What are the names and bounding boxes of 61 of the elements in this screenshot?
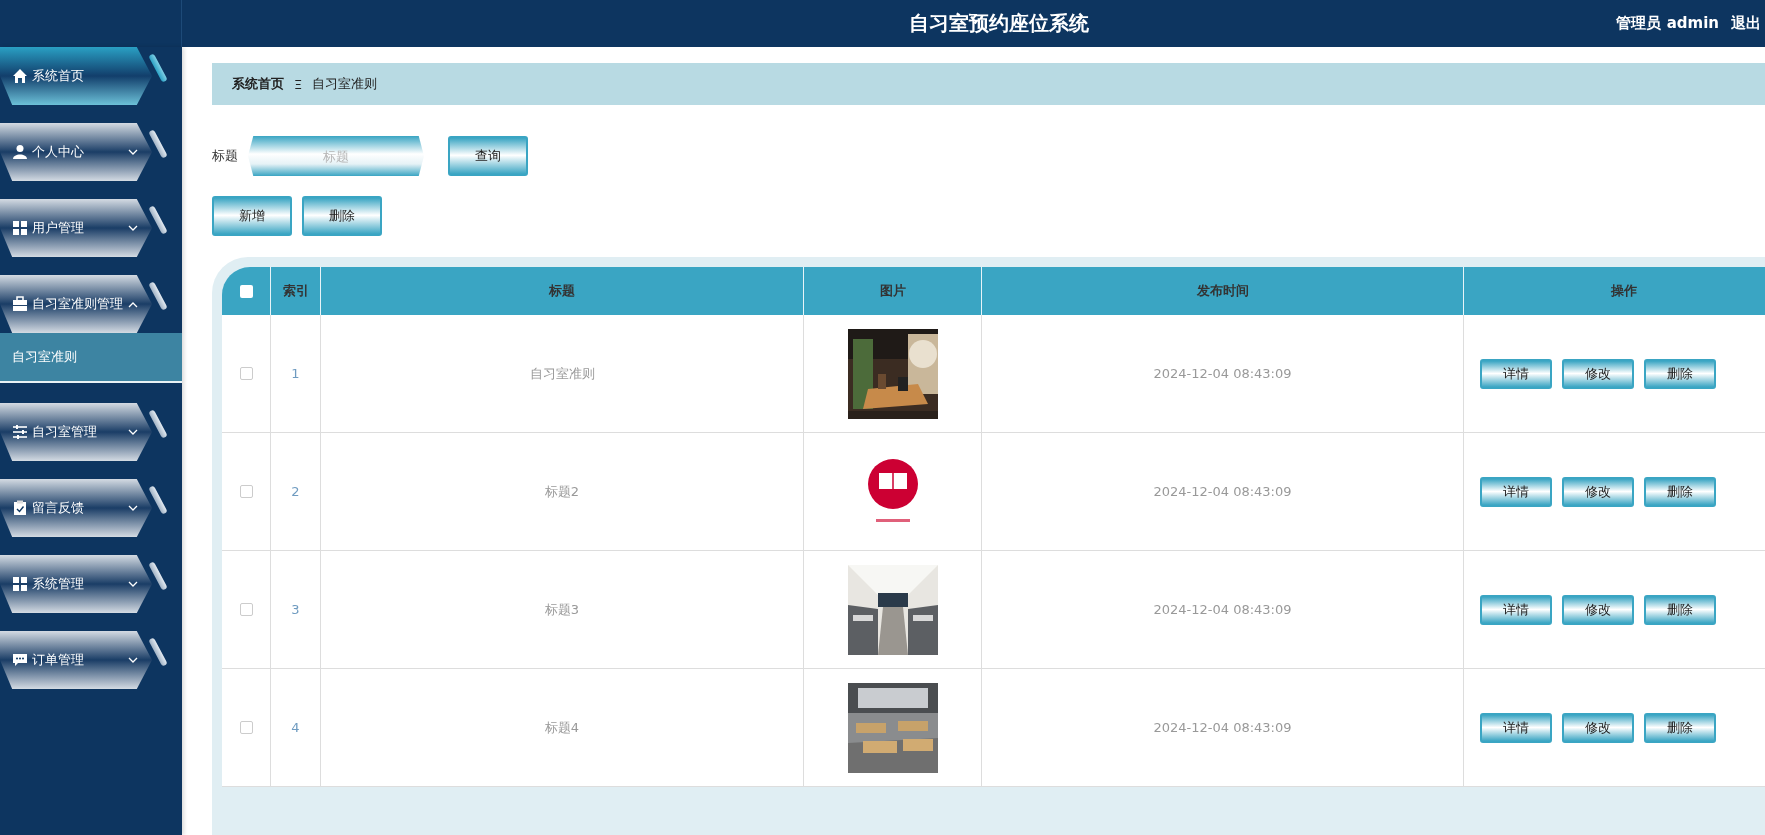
chevron-down-icon	[128, 224, 138, 232]
column-header: 图片	[804, 267, 982, 315]
table-cell: 2024-12-04 08:43:09	[982, 669, 1464, 787]
chevron-down-icon	[128, 504, 138, 512]
row-checkbox[interactable]	[239, 721, 253, 734]
chevron-down-icon	[128, 656, 138, 664]
row-action-button[interactable]: 详情	[1480, 594, 1552, 625]
row-action-button[interactable]: 删除	[1644, 594, 1716, 625]
chevron-down-icon	[128, 148, 138, 156]
table-cell: 2024-12-04 08:43:09	[982, 315, 1464, 433]
column-header: 标题	[321, 267, 804, 315]
user-label: 管理员 admin	[1616, 14, 1719, 33]
breadcrumb-separator: Ξ	[294, 76, 303, 92]
row-action-button[interactable]: 删除	[1644, 476, 1716, 507]
row-action-button[interactable]: 修改	[1562, 358, 1634, 389]
table-cell: 2024-12-04 08:43:09	[982, 433, 1464, 551]
row-action-button[interactable]: 详情	[1480, 476, 1552, 507]
toolbar-button[interactable]: 删除	[302, 196, 382, 236]
column-header: 操作	[1464, 267, 1765, 315]
briefcase-icon	[12, 296, 28, 312]
row-checkbox[interactable]	[239, 367, 253, 380]
table-cell: 自习室准则	[321, 315, 804, 433]
row-checkbox[interactable]	[239, 485, 253, 498]
column-header: 索引	[271, 267, 321, 315]
search-label: 标题	[212, 147, 238, 165]
app-title: 自习室预约座位系统	[908, 10, 1091, 37]
chevron-down-icon	[128, 428, 138, 436]
grid-icon	[12, 220, 28, 236]
sidebar-submenu-item[interactable]: 自习室准则	[0, 333, 182, 383]
home-icon	[12, 68, 28, 84]
clipboard-check-icon	[12, 500, 28, 516]
table-cell: 标题3	[321, 551, 804, 669]
sliders-icon	[12, 424, 28, 440]
breadcrumb-link[interactable]: 系统首页	[232, 75, 284, 93]
select-all-checkbox[interactable]	[239, 284, 253, 298]
grid-icon	[12, 576, 28, 592]
table-cell: 标题2	[321, 433, 804, 551]
table-cell: 1	[271, 315, 321, 433]
breadcrumb-current: 自习室准则	[312, 75, 378, 93]
row-checkbox[interactable]	[239, 603, 253, 616]
table-cell: 2024-12-04 08:43:09	[982, 551, 1464, 669]
table-cell: 标题4	[321, 669, 804, 787]
person-icon	[12, 144, 28, 160]
search-button[interactable]: 查询	[448, 136, 528, 176]
row-action-button[interactable]: 删除	[1644, 358, 1716, 389]
chat-icon	[12, 652, 28, 668]
row-action-button[interactable]: 修改	[1562, 476, 1634, 507]
row-action-button[interactable]: 修改	[1562, 712, 1634, 743]
column-header: 发布时间	[982, 267, 1464, 315]
toolbar-button[interactable]: 新增	[212, 196, 292, 236]
table-cell: 4	[271, 669, 321, 787]
chevron-up-icon	[128, 300, 138, 308]
logout-link[interactable]: 退出	[1731, 14, 1761, 33]
row-action-button[interactable]: 详情	[1480, 358, 1552, 389]
chevron-down-icon	[128, 580, 138, 588]
row-action-button[interactable]: 删除	[1644, 712, 1716, 743]
row-action-button[interactable]: 修改	[1562, 594, 1634, 625]
table-cell: 2	[271, 433, 321, 551]
table-cell: 3	[271, 551, 321, 669]
row-action-button[interactable]: 详情	[1480, 712, 1552, 743]
search-field[interactable]: 标题	[248, 136, 424, 176]
